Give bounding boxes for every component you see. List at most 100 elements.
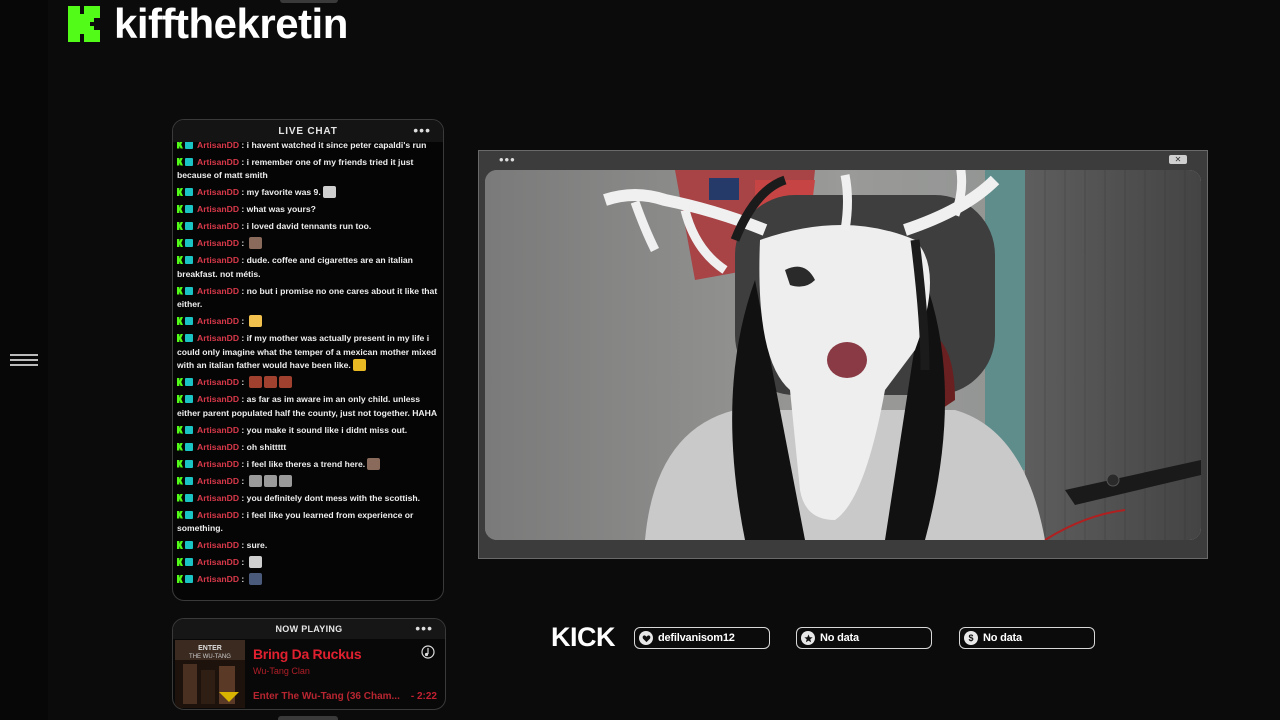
face2-emote-icon	[278, 376, 292, 388]
chat-username[interactable]: ArtisanDD	[197, 459, 239, 469]
chat-username[interactable]: ArtisanDD	[197, 316, 239, 326]
chat-message: ArtisanDD : my favorite was 9.	[177, 186, 439, 200]
chat-message: ArtisanDD :	[177, 474, 439, 489]
chat-title: LIVE CHAT	[278, 125, 338, 137]
chat-username[interactable]: ArtisanDD	[197, 476, 239, 486]
chat-message: ArtisanDD : what was yours?	[177, 203, 439, 217]
face-emote-icon	[248, 237, 262, 249]
heart-icon	[639, 631, 653, 645]
chat-username[interactable]: ArtisanDD	[197, 238, 239, 248]
chat-username[interactable]: ArtisanDD	[197, 142, 239, 150]
kick-badge-icon	[177, 459, 183, 468]
chat-message: ArtisanDD :	[177, 315, 439, 329]
chat-username[interactable]: ArtisanDD	[197, 510, 239, 520]
chat-message-text: my favorite was 9.	[246, 187, 321, 197]
chat-message: ArtisanDD : i havent watched it since pe…	[177, 142, 439, 152]
kick-logo-icon	[68, 6, 100, 42]
chat-message: ArtisanDD : i feel like theres a trend h…	[177, 457, 439, 472]
kick-badge-icon	[177, 205, 183, 213]
chat-separator: :	[239, 441, 247, 452]
now-playing-panel: NOW PLAYING ••• ENTER THE WU-TANG Bring …	[172, 618, 446, 710]
latest-follower-pill: defilvanisom12	[634, 627, 770, 649]
latest-donation-pill: $ No data	[959, 627, 1095, 649]
chat-username[interactable]: ArtisanDD	[197, 255, 239, 265]
chat-username[interactable]: ArtisanDD	[197, 157, 239, 167]
kick-badge-icon	[177, 378, 183, 386]
chat-username[interactable]: ArtisanDD	[197, 425, 239, 435]
subscriber-badge-icon	[185, 142, 193, 149]
chat-messages: ArtisanDD : i havent watched it since pe…	[173, 142, 443, 596]
chat-separator: :	[239, 156, 247, 167]
face2-emote-icon	[263, 376, 277, 388]
chat-separator: :	[239, 492, 247, 503]
webcam-options-icon[interactable]: •••	[499, 152, 516, 167]
chat-message: ArtisanDD : as far as im aware im an onl…	[177, 393, 439, 420]
kick-badge-icon	[177, 575, 183, 583]
album-art: ENTER THE WU-TANG	[175, 640, 245, 708]
chat-message: ArtisanDD : sure.	[177, 539, 439, 553]
chat-separator: :	[239, 333, 247, 343]
album-art-lettering-2: THE WU-TANG	[189, 654, 231, 660]
chat-options-icon[interactable]: •••	[413, 123, 431, 137]
chat-username[interactable]: ArtisanDD	[197, 221, 239, 231]
latest-subscriber-pill: No data	[796, 627, 932, 649]
chat-message-text: you make it sound like i didnt miss out.	[246, 424, 408, 435]
song-album: Enter The Wu-Tang (36 Cham...	[253, 691, 400, 702]
kick-badge-icon	[177, 558, 183, 566]
chat-separator: :	[239, 221, 247, 231]
subscriber-badge-icon	[185, 286, 193, 295]
webcam-titlebar: ••• ✕	[479, 151, 1207, 169]
chat-username[interactable]: ArtisanDD	[197, 204, 239, 214]
chat-username[interactable]: ArtisanDD	[197, 187, 239, 197]
chat-separator: :	[239, 316, 247, 326]
subscriber-badge-icon	[185, 188, 193, 196]
song-title: Bring Da Ruckus	[253, 646, 362, 662]
subscriber-badge-icon	[185, 425, 193, 434]
album-art-lettering: ENTER	[198, 645, 222, 652]
chat-username[interactable]: ArtisanDD	[197, 540, 239, 550]
chat-username[interactable]: ArtisanDD	[197, 442, 239, 452]
chat-username[interactable]: ArtisanDD	[197, 377, 239, 387]
subscriber-badge-icon	[185, 476, 193, 485]
chat-username[interactable]: ArtisanDD	[197, 286, 239, 296]
chat-separator: :	[239, 394, 247, 404]
chat-message-text: i feel like theres a trend here.	[246, 458, 366, 469]
webcam-close-icon[interactable]: ✕	[1169, 155, 1187, 164]
chat-username[interactable]: ArtisanDD	[197, 394, 239, 404]
kick-badge-icon	[177, 334, 183, 342]
music-note-icon	[421, 645, 435, 659]
star-icon	[801, 631, 815, 645]
kick-badge-icon	[177, 239, 183, 247]
knife-emote-icon	[278, 474, 292, 487]
chat-message-text: i loved david tennants run too.	[246, 221, 372, 231]
live-chat-panel: LIVE CHAT ••• ArtisanDD : i havent watch…	[172, 119, 444, 601]
song-artist: Wu-Tang Clan	[253, 666, 310, 676]
webcam-image	[485, 170, 1201, 540]
subscriber-badge-icon	[185, 256, 193, 264]
subscriber-badge-icon	[185, 334, 193, 342]
chat-separator: :	[239, 187, 247, 197]
chat-username[interactable]: ArtisanDD	[197, 333, 239, 343]
kick-badge-icon	[177, 395, 183, 403]
latest-subscriber-label: No data	[820, 632, 859, 644]
kick-badge-icon	[177, 425, 183, 434]
hamburger-menu-icon[interactable]	[10, 354, 38, 366]
chat-username[interactable]: ArtisanDD	[197, 557, 239, 567]
platform-label: KICK	[551, 622, 616, 652]
now-playing-options-icon[interactable]: •••	[415, 621, 433, 635]
webcam-window: ••• ✕	[478, 150, 1208, 559]
kick-badge-icon	[177, 256, 183, 264]
chat-message: ArtisanDD : i remember one of my friends…	[177, 156, 439, 183]
subscriber-badge-icon	[185, 222, 193, 230]
chat-username[interactable]: ArtisanDD	[197, 493, 239, 503]
chat-message: ArtisanDD :	[177, 237, 439, 251]
face2-emote-icon	[248, 376, 262, 388]
chat-separator: :	[239, 509, 247, 520]
subscriber-badge-icon	[185, 442, 193, 451]
chat-separator: :	[239, 377, 247, 387]
chat-message-text: oh shittttt	[246, 441, 287, 452]
skull-emote-icon	[248, 556, 262, 568]
chat-message: ArtisanDD : you definitely dont mess wit…	[177, 492, 439, 506]
dollar-icon: $	[964, 631, 978, 645]
chat-username[interactable]: ArtisanDD	[197, 574, 239, 584]
